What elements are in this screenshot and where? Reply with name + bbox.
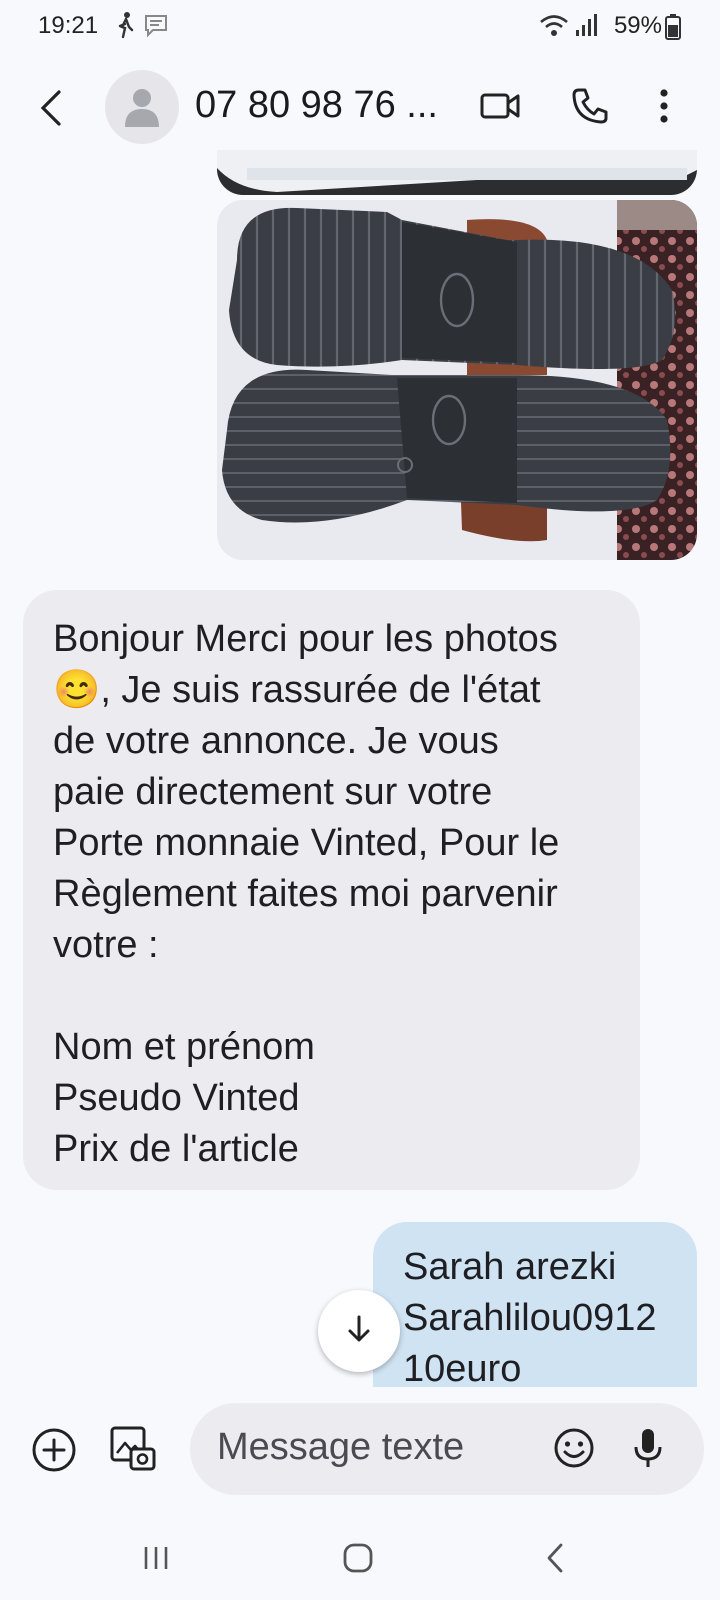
incoming-message-text: Bonjour Merci pour les photos 😊, Je suis…	[53, 618, 560, 1170]
more-options-icon[interactable]	[652, 84, 676, 128]
walking-icon	[116, 10, 136, 45]
outgoing-message-text: Sarah arezki Sarahlilou0912 10euro	[403, 1246, 657, 1387]
contact-name[interactable]: 07 80 98 76 ...	[195, 84, 438, 127]
signal-icon	[574, 10, 598, 45]
back-arrow-icon[interactable]	[25, 80, 75, 136]
message-input-placeholder[interactable]: Message texte	[217, 1426, 464, 1469]
scroll-to-bottom-button[interactable]	[318, 1290, 400, 1372]
add-attachment-icon[interactable]	[30, 1426, 78, 1474]
video-call-icon[interactable]	[478, 86, 522, 126]
previous-shoe-photo[interactable]	[217, 150, 697, 195]
back-icon[interactable]	[540, 1540, 570, 1576]
contact-avatar-icon[interactable]	[105, 70, 179, 144]
home-icon[interactable]	[338, 1540, 378, 1576]
gallery-camera-icon[interactable]	[108, 1424, 158, 1474]
recent-apps-icon[interactable]	[138, 1540, 174, 1576]
status-time: 19:21	[38, 12, 99, 39]
message-notification-icon	[142, 10, 170, 45]
phone-call-icon[interactable]	[568, 84, 612, 128]
outgoing-message-bubble[interactable]: Sarah arezki Sarahlilou0912 10euro	[373, 1222, 697, 1387]
battery-percentage: 59%	[613, 12, 662, 39]
status-bar: 19:21 59%	[0, 0, 720, 52]
wifi-icon	[538, 10, 570, 45]
incoming-message-bubble[interactable]: Bonjour Merci pour les photos 😊, Je suis…	[23, 590, 640, 1190]
battery-icon	[665, 14, 681, 45]
microphone-icon[interactable]	[630, 1424, 666, 1472]
emoji-icon[interactable]	[552, 1426, 596, 1470]
arrow-down-icon	[345, 1314, 373, 1349]
shoe-soles-photo[interactable]	[217, 200, 697, 560]
